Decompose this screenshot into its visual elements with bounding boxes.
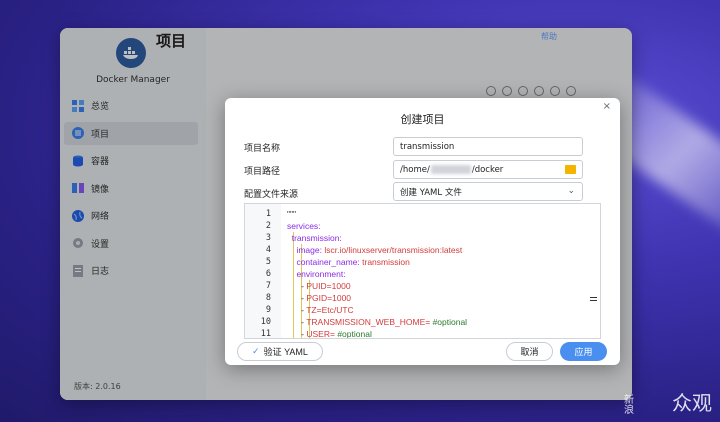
code-text: transmission: <box>287 233 342 243</box>
yaml-editor[interactable]: 1 """ 2 services: 3 transmission: 4 image: ls… <box>244 203 601 339</box>
cancel-button[interactable]: 取消 <box>506 342 553 361</box>
config-source-label: 配置文件来源 <box>244 190 299 200</box>
code-line: 3 transmission: <box>245 232 600 244</box>
folder-icon[interactable] <box>565 165 576 174</box>
config-source-select[interactable]: 创建 YAML 文件 ⌄ <box>393 182 583 201</box>
project-path-label: 项目路径 <box>244 167 281 177</box>
validate-label: 验证 YAML <box>263 347 308 357</box>
line-number: 10 <box>260 317 271 327</box>
line-number: 2 <box>265 221 271 231</box>
line-number: 6 <box>265 269 271 279</box>
dialog-title: 创建项目 <box>400 113 445 126</box>
code-line: 5 container_name: transmission <box>245 256 600 268</box>
line-number: 1 <box>265 209 271 219</box>
close-icon[interactable]: × <box>603 101 611 112</box>
scrollbar-thumb[interactable] <box>590 297 597 301</box>
project-path-field[interactable]: /home/ /docker <box>393 160 583 179</box>
watermark-side: 新浪 <box>624 395 634 416</box>
code-text: environment: <box>287 269 346 279</box>
path-prefix: /home/ <box>400 164 430 175</box>
line-number: 3 <box>265 233 271 243</box>
project-name-field[interactable] <box>393 137 583 156</box>
code-line: 4 image: lscr.io/linuxserver/transmissio… <box>245 244 600 256</box>
code-text: - TRANSMISSION_WEB_HOME= #optional <box>287 317 468 327</box>
code-line: 2 services: <box>245 220 600 232</box>
line-number: 7 <box>265 281 271 291</box>
config-source-value: 创建 YAML 文件 <box>400 187 462 198</box>
code-line: 7 - PUID=1000 <box>245 280 600 292</box>
code-text: container_name: transmission <box>287 257 410 267</box>
line-number: 8 <box>265 293 271 303</box>
line-number: 5 <box>265 257 271 267</box>
project-name-input[interactable] <box>400 141 576 152</box>
chevron-down-icon: ⌄ <box>567 186 575 196</box>
code-text: image: lscr.io/linuxserver/transmission:… <box>287 245 463 255</box>
create-project-dialog: 创建项目 × 项目名称 项目路径 /home/ /docker 配置文件来源 创… <box>225 98 620 365</box>
check-icon: ✓ <box>252 346 260 356</box>
code-text: - PUID=1000 <box>287 281 351 291</box>
line-number: 9 <box>265 305 271 315</box>
redacted-path-segment <box>430 165 471 174</box>
code-line: 6 environment: <box>245 268 600 280</box>
code-text: - USER= #optional <box>287 329 372 339</box>
code-line: 1 """ <box>245 208 600 220</box>
line-number: 11 <box>260 329 271 339</box>
code-text: """ <box>287 209 297 219</box>
watermark: 众观 <box>672 391 712 415</box>
apply-button[interactable]: 应用 <box>560 342 607 361</box>
path-suffix: /docker <box>471 164 504 175</box>
code-line: 10 - TRANSMISSION_WEB_HOME= #optional <box>245 316 600 328</box>
line-number: 4 <box>265 245 271 255</box>
code-line: 9 - TZ=Etc/UTC <box>245 304 600 316</box>
code-text: services: <box>287 221 321 231</box>
code-text: - PGID=1000 <box>287 293 352 303</box>
code-line: 11 - USER= #optional <box>245 328 600 339</box>
code-line: 8 - PGID=1000 <box>245 292 600 304</box>
project-name-label: 项目名称 <box>244 144 281 154</box>
code-text: - TZ=Etc/UTC <box>287 305 354 315</box>
validate-yaml-button[interactable]: ✓ 验证 YAML <box>237 342 323 361</box>
